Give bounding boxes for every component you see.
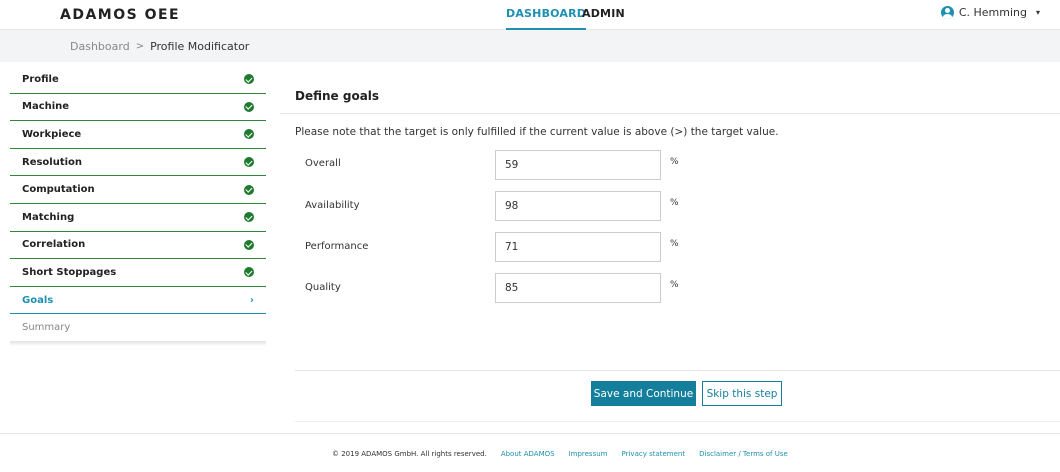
goal-unit: % (670, 157, 679, 167)
wizard-steps-sidebar: Profile Machine Workpiece Resolution Com… (10, 66, 266, 346)
step-correlation[interactable]: Correlation (10, 231, 266, 260)
goal-unit: % (670, 198, 679, 208)
step-machine[interactable]: Machine (10, 93, 266, 122)
user-menu[interactable]: C. Hemming ▾ (940, 6, 1040, 19)
step-short-stoppages[interactable]: Short Stoppages (10, 259, 266, 287)
chevron-right-icon: > (135, 41, 145, 52)
step-label: Resolution (22, 156, 83, 168)
check-circle-icon (244, 184, 254, 195)
step-label: Short Stoppages (22, 266, 117, 278)
step-label: Profile (22, 73, 59, 85)
step-label: Matching (22, 211, 75, 223)
check-circle-icon (244, 239, 254, 250)
actions-bottom-divider (295, 421, 1060, 422)
footer-link-disclaimer[interactable]: Disclaimer / Terms of Use (699, 450, 788, 458)
quality-goal-input[interactable] (495, 273, 661, 303)
title-divider (280, 113, 1060, 114)
goal-unit: % (670, 280, 679, 290)
check-circle-icon (244, 267, 254, 278)
step-matching[interactable]: Matching (10, 203, 266, 232)
goal-label-performance: Performance (305, 241, 369, 252)
goal-unit: % (670, 239, 679, 249)
page-title: Define goals (295, 89, 380, 103)
chevron-right-icon: › (249, 294, 254, 306)
step-label: Workpiece (22, 128, 82, 140)
step-computation[interactable]: Computation (10, 176, 266, 204)
check-circle-icon (244, 157, 254, 168)
chevron-down-icon: ▾ (1035, 8, 1040, 17)
step-label: Computation (22, 184, 95, 196)
nav-tab-admin[interactable]: ADMIN (582, 7, 625, 20)
goal-label-overall: Overall (305, 158, 341, 169)
sidebar-divider (10, 341, 266, 346)
skip-step-button[interactable]: Skip this step (702, 381, 782, 406)
step-profile[interactable]: Profile (10, 66, 266, 94)
user-avatar-icon (940, 6, 954, 19)
nav-tab-dashboard[interactable]: DASHBOARD (506, 7, 587, 30)
overall-goal-input[interactable] (495, 150, 661, 180)
save-and-continue-button[interactable]: Save and Continue (591, 381, 696, 406)
check-circle-icon (244, 74, 254, 85)
footer-divider (0, 433, 1060, 434)
footer-link-about[interactable]: About ADAMOS (501, 450, 555, 458)
actions-divider (295, 370, 1060, 371)
step-goals[interactable]: Goals › (10, 286, 266, 315)
step-resolution[interactable]: Resolution (10, 148, 266, 177)
step-label: Machine (22, 101, 70, 113)
breadcrumb-current: Profile Modificator (150, 40, 250, 53)
breadcrumb-bar: Dashboard > Profile Modificator (0, 30, 1060, 62)
goal-label-availability: Availability (305, 200, 360, 211)
step-workpiece[interactable]: Workpiece (10, 121, 266, 149)
top-bar: ADAMOS OEE DASHBOARD ADMIN C. Hemming ▾ (0, 0, 1060, 30)
step-label: Summary (22, 322, 71, 334)
footer: © 2019 ADAMOS GmbH. All rights reserved.… (332, 450, 788, 458)
check-circle-icon (244, 212, 254, 223)
step-label: Correlation (22, 239, 86, 251)
footer-link-privacy[interactable]: Privacy statement (622, 450, 686, 458)
step-label: Goals (22, 294, 54, 306)
breadcrumb: Dashboard > Profile Modificator (70, 40, 249, 53)
app-logo[interactable]: ADAMOS OEE (60, 7, 180, 23)
check-circle-icon (244, 129, 254, 140)
performance-goal-input[interactable] (495, 232, 661, 262)
user-name: C. Hemming (958, 6, 1027, 19)
breadcrumb-dashboard-link[interactable]: Dashboard (70, 40, 130, 53)
step-summary: Summary (10, 314, 266, 342)
footer-copyright: © 2019 ADAMOS GmbH. All rights reserved. (332, 450, 487, 458)
footer-link-impressum[interactable]: Impressum (569, 450, 608, 458)
availability-goal-input[interactable] (495, 191, 661, 221)
goals-note: Please note that the target is only fulf… (295, 126, 779, 138)
check-circle-icon (244, 101, 254, 112)
goal-label-quality: Quality (305, 282, 341, 293)
